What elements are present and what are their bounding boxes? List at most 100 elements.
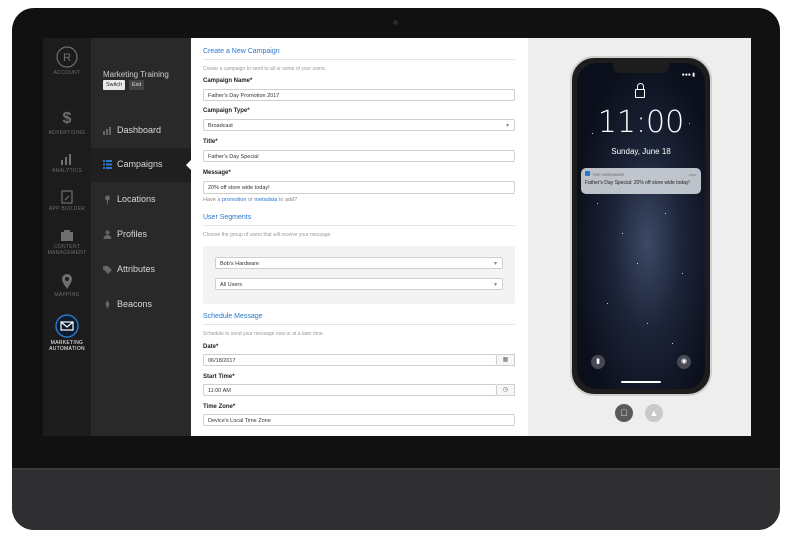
date-label: Date* [203,344,219,350]
divider [203,225,515,226]
segment-select-1[interactable]: Bob's Hardware ▾ [215,257,503,269]
android-icon[interactable]: ▲ [645,404,663,422]
app-builder-icon [61,190,73,204]
campaign-name-label: Campaign Name* [203,78,253,84]
segments-title: User Segments [203,214,252,221]
rail-advertising[interactable]: $ ADVERTISING [43,110,91,136]
star [672,343,673,344]
unlock-icon [635,83,645,98]
notification-app-name: THE HARDWARE [592,172,625,177]
tag-icon [103,266,112,274]
chevron-down-icon: ▾ [505,123,509,129]
dollar-icon: $ [62,110,72,127]
nav-label-beacons: Beacons [117,299,153,309]
star [607,303,608,304]
flashlight-icon[interactable]: ▮ [591,355,605,369]
nav-item-attributes[interactable]: Attributes [91,253,191,287]
analytics-icon [61,154,71,165]
rail-analytics-label: ANALYTICS [51,168,83,174]
camera-dot [393,20,398,25]
campaign-type-value: Broadcast [208,123,233,129]
promotion-link[interactable]: promotion [222,197,246,203]
start-time-input[interactable]: 11:00 AM [203,384,497,396]
rail-mapping[interactable]: MAPPING [43,274,91,298]
rail-app-builder[interactable]: APP BUILDER [43,190,91,212]
start-time-label: Start Time* [203,374,235,380]
rail-marketing-automation[interactable]: MARKETING AUTOMATION [43,314,91,352]
phone-preview-panel: ●●● ▮ 11:00 Sunday, June 18 THE HARDWARE… [528,38,751,436]
schedule-help: Schedule to send your message now or at … [203,331,324,337]
chevron-down-icon: ▾ [493,282,497,288]
title-input[interactable]: Father's Day Special [203,150,515,162]
segment-2-value: All Users [220,282,243,288]
secondary-nav: Marketing Training Switch Exit Dashboard… [91,38,192,436]
lock-time: 11:00 [597,105,685,140]
user-icon [103,230,112,239]
campaign-type-select[interactable]: Broadcast ▾ [203,119,515,131]
icon-rail: R ACCOUNT $ ADVERTISING ANALYTICS APP BU… [43,38,91,436]
title-label: Title* [203,139,218,145]
rail-marketing-label-2: AUTOMATION [49,346,85,352]
campaign-type-label: Campaign Type* [203,108,250,114]
lock-date: Sunday, June 18 [611,147,671,156]
rail-content-label-2: MANAGEMENT [47,250,87,256]
nav-label-attributes: Attributes [117,264,156,274]
calendar-icon[interactable]: ▦ [497,354,515,366]
chevron-down-icon: ▾ [493,261,497,267]
nav-label-locations: Locations [117,194,156,204]
divider [203,59,515,60]
nav-item-beacons[interactable]: Beacons [91,288,191,322]
bar-chart-icon [103,127,111,135]
date-input[interactable]: 06/18/2017 [203,354,497,366]
map-pin-icon [62,274,72,289]
app-screen: R ACCOUNT $ ADVERTISING ANALYTICS APP BU… [43,38,751,436]
metadata-link[interactable]: metadata [254,197,277,203]
rail-content-management[interactable]: CONTENT MANAGEMENT [43,230,91,256]
star [682,273,683,274]
nav-label-campaigns: Campaigns [117,159,163,169]
nav-item-campaigns[interactable]: Campaigns [91,148,192,182]
account-name: Marketing Training [103,70,169,79]
message-label: Message* [203,170,231,176]
phone-notch [613,63,669,73]
home-indicator [621,381,661,383]
rail-account[interactable]: R ACCOUNT [43,46,91,76]
nav-item-locations[interactable]: Locations [91,183,191,217]
notification-message: Father's Day Special: 20% off store wide… [585,180,690,186]
account-logo-icon: R [56,46,78,68]
beacon-icon [105,300,110,309]
rail-analytics[interactable]: ANALYTICS [43,152,91,174]
star [647,323,648,324]
segments-box: Bob's Hardware ▾ All Users ▾ [203,246,515,304]
campaign-name-input[interactable]: Father's Day Promotion 2017 [203,89,515,101]
push-notification[interactable]: THE HARDWARE now Father's Day Special: 2… [581,168,701,194]
camera-icon[interactable]: ◉ [677,355,691,369]
notification-time: now [688,172,696,177]
nav-item-profiles[interactable]: Profiles [91,218,191,252]
signal-battery-icon: ●●● ▮ [681,72,695,78]
star [597,203,598,204]
segments-help: Choose the group of users that will rece… [203,232,332,238]
message-textarea[interactable]: 20% off store wide today! [203,181,515,194]
message-hint: Have a promotion or metadata to add? [203,197,297,203]
clock-icon[interactable]: ◷ [497,384,515,396]
phone-frame: ●●● ▮ 11:00 Sunday, June 18 THE HARDWARE… [570,56,712,396]
apple-icon[interactable]:  [615,404,633,422]
time-zone-select[interactable]: Device's Local Time Zone [203,414,515,426]
switch-button[interactable]: Switch [103,80,126,90]
exit-button[interactable]: Exit [129,80,145,90]
nav-item-dashboard[interactable]: Dashboard [91,114,191,148]
svg-text:R: R [63,52,71,64]
rail-mapping-label: MAPPING [54,292,80,298]
nav-label-dashboard: Dashboard [117,125,162,135]
hint-or: or [247,197,253,203]
form-title: Create a New Campaign [203,48,280,55]
segment-select-2[interactable]: All Users ▾ [215,278,503,290]
list-icon [103,160,112,169]
content-icon [61,230,73,241]
app-icon [585,171,590,176]
divider [203,324,515,325]
hint-suffix: to add? [278,197,298,203]
pin-icon [105,195,110,204]
segment-1-value: Bob's Hardware [220,261,259,267]
